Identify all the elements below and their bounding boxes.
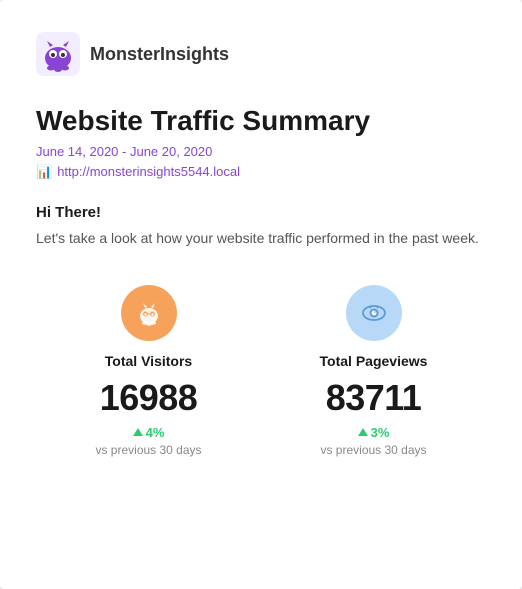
- report-card: MonsterInsights Website Traffic Summary …: [0, 0, 522, 589]
- site-url-link[interactable]: http://monsterinsights5544.local: [57, 164, 240, 179]
- pageviews-change: 3%: [358, 425, 390, 440]
- visitors-label: Total Visitors: [105, 353, 192, 369]
- site-link-row: 📊 http://monsterinsights5544.local: [36, 164, 486, 180]
- pageviews-label: Total Pageviews: [320, 353, 428, 369]
- visitors-value: 16988: [100, 377, 198, 419]
- pageviews-vs-label: vs previous 30 days: [320, 443, 426, 457]
- visitors-arrow-up: [133, 428, 143, 436]
- visitors-vs-label: vs previous 30 days: [95, 443, 201, 457]
- stats-row: Total Visitors 16988 4% vs previous 30 d…: [36, 285, 486, 457]
- monsterinsights-logo: [36, 32, 80, 76]
- greeting-text: Hi There!: [36, 204, 486, 221]
- visitors-icon-circle: [121, 285, 177, 341]
- brand-name: MonsterInsights: [90, 44, 229, 65]
- intro-text: Let's take a look at how your website tr…: [36, 227, 486, 249]
- visitors-change: 4%: [133, 425, 165, 440]
- pageviews-icon: [360, 299, 388, 327]
- stat-block-visitors: Total Visitors 16988 4% vs previous 30 d…: [47, 285, 250, 457]
- visitors-change-pct: 4%: [146, 425, 165, 440]
- header: MonsterInsights: [36, 32, 486, 76]
- pageviews-arrow-up: [358, 428, 368, 436]
- date-range: June 14, 2020 - June 20, 2020: [36, 144, 486, 159]
- stat-block-pageviews: Total Pageviews 83711 3% vs previous 30 …: [272, 285, 475, 457]
- pageviews-change-pct: 3%: [371, 425, 390, 440]
- pageviews-value: 83711: [326, 377, 422, 419]
- pageviews-icon-circle: [346, 285, 402, 341]
- visitors-icon: [135, 299, 163, 327]
- page-title: Website Traffic Summary: [36, 104, 486, 138]
- chart-icon: 📊: [36, 164, 52, 180]
